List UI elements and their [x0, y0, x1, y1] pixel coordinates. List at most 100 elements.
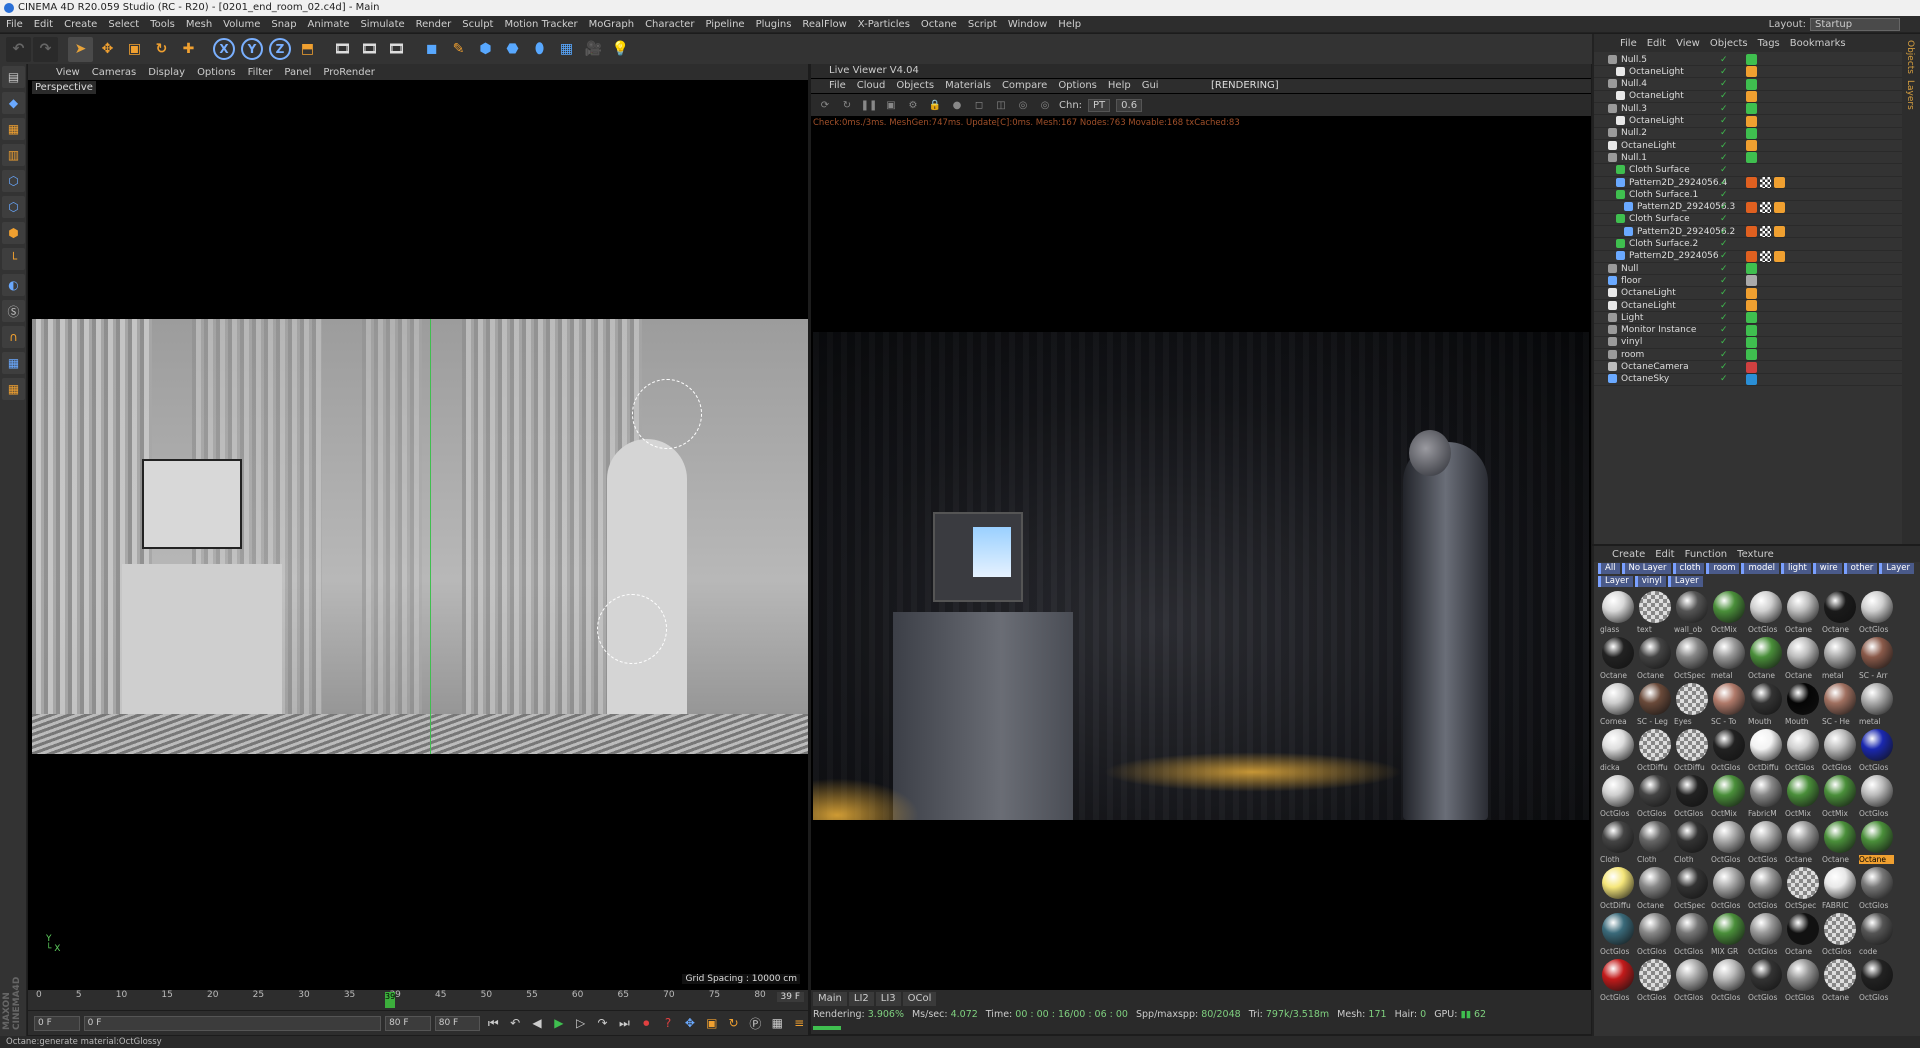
- menu-script[interactable]: Script: [968, 19, 997, 30]
- om-menu-view[interactable]: View: [1676, 38, 1700, 49]
- key-position-icon[interactable]: ✥: [681, 1014, 699, 1032]
- material-swatch[interactable]: Octane: [1785, 637, 1820, 680]
- object-row[interactable]: Pattern2D_2924056.2 ✓: [1594, 226, 1904, 239]
- visibility-check-icon[interactable]: ✓: [1720, 153, 1728, 163]
- cube-primitive-icon[interactable]: ◼: [419, 37, 444, 62]
- tag-icon[interactable]: [1746, 226, 1757, 238]
- material-swatch[interactable]: text: [1637, 591, 1672, 634]
- snap-icon[interactable]: Ⓢ: [2, 300, 25, 322]
- material-swatch[interactable]: OctGlos: [1748, 867, 1783, 910]
- layer-filter-button[interactable]: room: [1706, 563, 1740, 574]
- timeline-menu-icon[interactable]: ≡: [790, 1014, 808, 1032]
- coordinate-system-icon[interactable]: ⬒: [295, 37, 320, 62]
- material-swatch[interactable]: SC - To: [1711, 683, 1746, 726]
- render-settings-icon[interactable]: 🎞: [384, 37, 409, 62]
- viewer-tab-main[interactable]: Main: [813, 992, 847, 1006]
- layout-dropdown[interactable]: Startup: [1810, 17, 1900, 31]
- layout-selector[interactable]: Layout: Startup: [1769, 17, 1900, 31]
- material-swatch[interactable]: OctGlos: [1822, 729, 1857, 772]
- start-frame-field[interactable]: 0 F: [34, 1015, 80, 1031]
- restart-render-icon[interactable]: ↻: [839, 97, 855, 113]
- om-menu-file[interactable]: File: [1620, 38, 1637, 49]
- menu-select[interactable]: Select: [108, 19, 139, 30]
- material-swatch[interactable]: Cloth: [1637, 821, 1672, 864]
- menu-snap[interactable]: Snap: [271, 19, 296, 30]
- viewport-menu-cameras[interactable]: Cameras: [92, 67, 136, 78]
- tag-icon[interactable]: [1746, 324, 1757, 336]
- viewport-menu-display[interactable]: Display: [148, 67, 185, 78]
- visibility-check-icon[interactable]: ✓: [1720, 325, 1728, 335]
- material-swatch[interactable]: OctGlos: [1711, 821, 1746, 864]
- visibility-check-icon[interactable]: ✓: [1720, 374, 1728, 384]
- menu-tools[interactable]: Tools: [150, 19, 175, 30]
- menu-volume[interactable]: Volume: [223, 19, 260, 30]
- timeline-playhead[interactable]: 39: [385, 992, 395, 1008]
- menu-edit[interactable]: Edit: [34, 19, 53, 30]
- material-swatch[interactable]: OctSpec: [1674, 637, 1709, 680]
- object-row[interactable]: floor ✓: [1594, 275, 1904, 288]
- next-key-icon[interactable]: ↷: [594, 1014, 612, 1032]
- send-scene-icon[interactable]: ⟳: [817, 97, 833, 113]
- material-swatch[interactable]: OctGlos: [1748, 959, 1783, 1002]
- material-swatch[interactable]: glass: [1600, 591, 1635, 634]
- tag-icon[interactable]: [1746, 312, 1757, 324]
- material-swatch[interactable]: Cloth: [1674, 821, 1709, 864]
- visibility-check-icon[interactable]: ✓: [1720, 350, 1728, 360]
- om-menu-bookmarks[interactable]: Bookmarks: [1790, 38, 1846, 49]
- material-swatch[interactable]: OctDiffu: [1600, 867, 1635, 910]
- material-swatch[interactable]: Mouth: [1785, 683, 1820, 726]
- om-menu-edit[interactable]: Edit: [1647, 38, 1666, 49]
- settings-gear-icon[interactable]: ⚙: [905, 97, 921, 113]
- tag-icon[interactable]: [1760, 201, 1771, 213]
- material-swatch[interactable]: OctGlos: [1600, 775, 1635, 818]
- material-swatch[interactable]: Octane: [1748, 637, 1783, 680]
- tag-icon[interactable]: [1746, 250, 1757, 262]
- material-swatch[interactable]: Octane: [1822, 591, 1857, 634]
- material-swatch[interactable]: OctGlos: [1822, 913, 1857, 956]
- tag-icon[interactable]: [1746, 66, 1757, 78]
- material-swatch[interactable]: Octane: [1859, 821, 1894, 864]
- viewport-menu-panel[interactable]: Panel: [284, 67, 311, 78]
- object-row[interactable]: OctaneCamera ✓: [1594, 361, 1904, 374]
- layer-filter-button[interactable]: Layer: [1879, 563, 1915, 574]
- visibility-check-icon[interactable]: ✓: [1720, 55, 1728, 65]
- autokey-icon[interactable]: ?: [659, 1014, 677, 1032]
- channel-value-field[interactable]: 0.6: [1116, 98, 1143, 112]
- visibility-check-icon[interactable]: ✓: [1720, 128, 1728, 138]
- material-swatch[interactable]: OctSpec: [1674, 867, 1709, 910]
- pick-focus-icon[interactable]: ◎: [1015, 97, 1031, 113]
- object-row[interactable]: Null.5 ✓: [1594, 54, 1904, 66]
- tag-icon[interactable]: [1746, 201, 1757, 213]
- object-row[interactable]: Null.1 ✓: [1594, 152, 1904, 165]
- visibility-check-icon[interactable]: ✓: [1720, 79, 1728, 89]
- menu-animate[interactable]: Animate: [308, 19, 350, 30]
- tag-icon[interactable]: [1746, 152, 1757, 164]
- next-frame-icon[interactable]: ▷: [572, 1014, 590, 1032]
- visibility-check-icon[interactable]: ✓: [1720, 141, 1728, 151]
- tag-icon[interactable]: [1746, 275, 1757, 287]
- edges-mode-icon[interactable]: ⬡: [2, 196, 25, 218]
- preview-end-field[interactable]: 80 F: [385, 1015, 431, 1031]
- select-arrow-icon[interactable]: ➤: [68, 36, 93, 62]
- x-axis-lock-button[interactable]: X: [213, 38, 235, 60]
- object-row[interactable]: OctaneLight ✓: [1594, 66, 1904, 79]
- material-swatch[interactable]: wall_ob: [1674, 591, 1709, 634]
- menu-x-particles[interactable]: X-Particles: [858, 19, 910, 30]
- material-swatch[interactable]: metal: [1822, 637, 1857, 680]
- tag-icon[interactable]: [1760, 226, 1771, 238]
- layer-filter-button[interactable]: wire: [1812, 563, 1842, 574]
- menu-file[interactable]: File: [6, 19, 23, 30]
- mm-menu-create[interactable]: Create: [1612, 549, 1645, 560]
- mm-menu-edit[interactable]: Edit: [1655, 549, 1674, 560]
- deformer-icon[interactable]: ⬮: [527, 37, 552, 62]
- array-icon[interactable]: ⬣: [500, 37, 525, 62]
- workplane-grid-icon[interactable]: ▦: [2, 352, 25, 374]
- viewer-tab-ocol[interactable]: OCol: [902, 992, 937, 1006]
- material-swatch[interactable]: OctDiffu: [1637, 729, 1672, 772]
- layer-filter-button[interactable]: No Layer: [1621, 563, 1671, 574]
- visibility-check-icon[interactable]: ✓: [1720, 301, 1728, 311]
- viewport-menu-filter[interactable]: Filter: [248, 67, 273, 78]
- tag-icon[interactable]: [1774, 226, 1785, 238]
- visibility-check-icon[interactable]: ✓: [1720, 239, 1728, 249]
- menu-plugins[interactable]: Plugins: [756, 19, 792, 30]
